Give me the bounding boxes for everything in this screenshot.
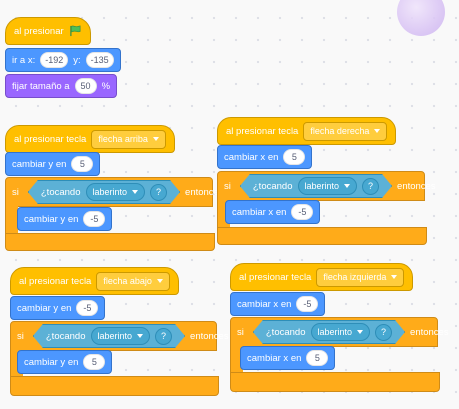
question-mark: ? bbox=[155, 328, 172, 345]
if-label: si bbox=[224, 180, 231, 192]
if-then-block[interactable]: si ¿tocando laberinto ? entonces bbox=[230, 317, 449, 347]
hat-label: al presionar tecla bbox=[19, 275, 92, 287]
set-size-block[interactable]: fijar tamaño a 50 % bbox=[5, 74, 118, 98]
key-value: flecha izquierda bbox=[323, 272, 387, 282]
go-to-xy-block[interactable]: ir a x: -192 y: -135 bbox=[5, 48, 121, 72]
change-label: cambiar y en bbox=[17, 302, 72, 314]
if-label: si bbox=[237, 326, 244, 338]
touching-dropdown[interactable]: laberinto bbox=[311, 323, 371, 341]
size-input[interactable]: 50 bbox=[74, 78, 97, 94]
key-dropdown[interactable]: flecha arriba bbox=[91, 129, 166, 149]
change-x-block[interactable]: cambiar x en 5 bbox=[217, 145, 313, 169]
question-mark: ? bbox=[362, 178, 379, 195]
size-unit: % bbox=[101, 80, 111, 92]
key-value: flecha derecha bbox=[310, 126, 370, 136]
change-label: cambiar x en bbox=[247, 352, 302, 364]
change-label: cambiar y en bbox=[24, 356, 79, 368]
when-flag-clicked-block[interactable]: al presionar bbox=[5, 17, 91, 45]
if-end bbox=[5, 233, 215, 251]
if-end bbox=[230, 372, 440, 392]
code-area[interactable]: al presionar ir a x: -192 y: -135 fijar … bbox=[0, 0, 459, 409]
when-key-pressed-down-block[interactable]: al presionar tecla flecha abajo bbox=[10, 267, 179, 295]
change-y-block[interactable]: cambiar y en 5 bbox=[5, 152, 101, 176]
then-label: entonces bbox=[397, 180, 436, 192]
y-input[interactable]: -135 bbox=[85, 52, 114, 68]
touching-label: ¿tocando bbox=[265, 326, 306, 338]
change-x-block[interactable]: cambiar x en 5 bbox=[240, 346, 336, 370]
change-label: cambiar x en bbox=[224, 151, 279, 163]
touching-target: laberinto bbox=[97, 331, 133, 341]
change-input[interactable]: -5 bbox=[83, 211, 106, 227]
change-input[interactable]: 5 bbox=[71, 156, 94, 172]
change-label: cambiar y en bbox=[12, 158, 67, 170]
change-label: cambiar y en bbox=[24, 213, 79, 225]
change-x-block[interactable]: cambiar x en -5 bbox=[225, 200, 321, 224]
x-input[interactable]: -192 bbox=[40, 52, 69, 68]
change-y-block[interactable]: cambiar y en -5 bbox=[10, 296, 106, 320]
question-mark: ? bbox=[150, 184, 167, 201]
touching-block[interactable]: ¿tocando laberinto ? bbox=[28, 180, 180, 204]
chevron-down-icon bbox=[374, 129, 381, 133]
when-key-pressed-right-block[interactable]: al presionar tecla flecha derecha bbox=[217, 117, 397, 145]
key-dropdown[interactable]: flecha derecha bbox=[303, 121, 388, 141]
change-input[interactable]: 5 bbox=[306, 350, 329, 366]
key-dropdown[interactable]: flecha abajo bbox=[96, 271, 170, 291]
then-label: entonces bbox=[190, 330, 229, 342]
change-label: cambiar x en bbox=[232, 206, 287, 218]
change-input[interactable]: 5 bbox=[283, 149, 306, 165]
chevron-down-icon bbox=[132, 190, 138, 194]
touching-target: laberinto bbox=[304, 181, 340, 191]
go-to-label: ir a x: bbox=[12, 54, 36, 66]
hat-label: al presionar tecla bbox=[14, 133, 87, 145]
touching-label: ¿tocando bbox=[40, 186, 81, 198]
touching-label: ¿tocando bbox=[252, 180, 293, 192]
if-label: si bbox=[12, 186, 19, 198]
if-then-block[interactable]: si ¿tocando laberinto ? entonces bbox=[10, 321, 229, 351]
touching-block[interactable]: ¿tocando laberinto ? bbox=[240, 174, 392, 198]
chevron-down-icon bbox=[156, 279, 163, 283]
change-label: cambiar x en bbox=[237, 298, 292, 310]
change-input[interactable]: -5 bbox=[76, 300, 99, 316]
change-y-block[interactable]: cambiar y en 5 bbox=[17, 350, 113, 374]
change-input[interactable]: 5 bbox=[83, 354, 106, 370]
change-input[interactable]: -5 bbox=[296, 296, 319, 312]
y-label: y: bbox=[73, 54, 81, 66]
baseball-icon bbox=[397, 0, 445, 36]
when-flag-label: al presionar bbox=[14, 25, 64, 37]
chevron-down-icon bbox=[137, 334, 143, 338]
change-y-block[interactable]: cambiar y en -5 bbox=[17, 207, 113, 231]
key-value: flecha abajo bbox=[103, 276, 152, 286]
touching-dropdown[interactable]: laberinto bbox=[91, 327, 151, 345]
chevron-down-icon bbox=[391, 275, 398, 279]
green-flag-icon bbox=[69, 25, 81, 37]
question-mark: ? bbox=[375, 324, 392, 341]
if-label: si bbox=[17, 330, 24, 342]
then-label: entonces bbox=[410, 326, 449, 338]
if-end bbox=[217, 227, 427, 245]
if-then-block[interactable]: si ¿tocando laberinto ? entonces bbox=[5, 177, 224, 207]
key-value: flecha arriba bbox=[98, 134, 148, 144]
touching-label: ¿tocando bbox=[45, 330, 86, 342]
hat-label: al presionar tecla bbox=[226, 125, 299, 137]
chevron-down-icon bbox=[357, 330, 363, 334]
hat-label: al presionar tecla bbox=[239, 271, 312, 283]
touching-target: laberinto bbox=[92, 187, 128, 197]
when-key-pressed-up-block[interactable]: al presionar tecla flecha arriba bbox=[5, 125, 175, 153]
if-end bbox=[10, 376, 219, 396]
set-size-label: fijar tamaño a bbox=[12, 80, 70, 92]
chevron-down-icon bbox=[344, 184, 350, 188]
change-x-block[interactable]: cambiar x en -5 bbox=[230, 292, 326, 316]
touching-dropdown[interactable]: laberinto bbox=[86, 183, 146, 201]
change-input[interactable]: -5 bbox=[291, 204, 314, 220]
if-then-block[interactable]: si ¿tocando laberinto ? entonces bbox=[217, 171, 436, 201]
touching-block[interactable]: ¿tocando laberinto ? bbox=[253, 320, 405, 344]
chevron-down-icon bbox=[152, 137, 159, 141]
touching-dropdown[interactable]: laberinto bbox=[298, 177, 358, 195]
key-dropdown[interactable]: flecha izquierda bbox=[316, 267, 405, 287]
touching-block[interactable]: ¿tocando laberinto ? bbox=[33, 324, 185, 348]
when-key-pressed-left-block[interactable]: al presionar tecla flecha izquierda bbox=[230, 263, 414, 291]
touching-target: laberinto bbox=[317, 327, 353, 337]
